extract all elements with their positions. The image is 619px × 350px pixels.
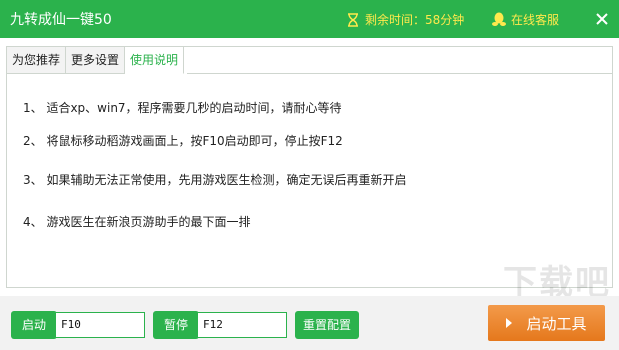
hourglass-icon bbox=[348, 12, 358, 27]
tab-recommend[interactable]: 为您推荐 bbox=[7, 47, 67, 74]
instruction-item: 2、 将鼠标移动稻游戏画面上，按F10启动即可，停止按F12 bbox=[23, 134, 343, 148]
start-label: 启动 bbox=[11, 311, 57, 339]
tab-more-settings[interactable]: 更多设置 bbox=[66, 47, 126, 74]
start-hotkey-field[interactable]: F10 bbox=[55, 312, 145, 338]
instruction-item: 1、 适合xp、win7，程序需要几秒的启动时间，请耐心等待 bbox=[23, 101, 342, 115]
close-button[interactable] bbox=[594, 11, 610, 27]
remaining-time-text: 剩余时间：58分钟 bbox=[365, 13, 465, 27]
instruction-item: 3、 如果辅助无法正常使用，先用游戏医生检测，确定无误后再重新开启 bbox=[23, 173, 407, 187]
window-title: 九转成仙一键50 bbox=[10, 12, 112, 28]
bottom-bar: 启动 F10 暂停 F12 重置配置 启动工具 bbox=[0, 296, 619, 350]
pause-hotkey-field[interactable]: F12 bbox=[197, 312, 287, 338]
online-service-link[interactable]: 在线客服 bbox=[492, 11, 559, 28]
close-icon bbox=[596, 13, 608, 25]
online-service-text: 在线客服 bbox=[511, 13, 560, 27]
play-icon bbox=[506, 318, 513, 328]
tab-divider bbox=[187, 73, 612, 74]
pause-label: 暂停 bbox=[153, 311, 199, 339]
reset-config-button[interactable]: 重置配置 bbox=[295, 311, 359, 339]
title-bar: 九转成仙一键50 剩余时间：58分钟 在线客服 bbox=[0, 0, 619, 38]
launch-tool-label: 启动工具 bbox=[526, 314, 587, 333]
launch-tool-button[interactable]: 启动工具 bbox=[488, 305, 605, 341]
tab-instructions[interactable]: 使用说明 bbox=[125, 47, 185, 74]
main-panel: 为您推荐 更多设置 使用说明 1、 适合xp、win7，程序需要几秒的启动时间，… bbox=[6, 46, 613, 288]
instruction-item: 4、 游戏医生在新浪页游助手的最下面一排 bbox=[23, 215, 251, 229]
tab-bar: 为您推荐 更多设置 使用说明 bbox=[7, 47, 185, 74]
qq-penguin-icon bbox=[492, 12, 506, 26]
remaining-time: 剩余时间：58分钟 bbox=[347, 11, 464, 28]
